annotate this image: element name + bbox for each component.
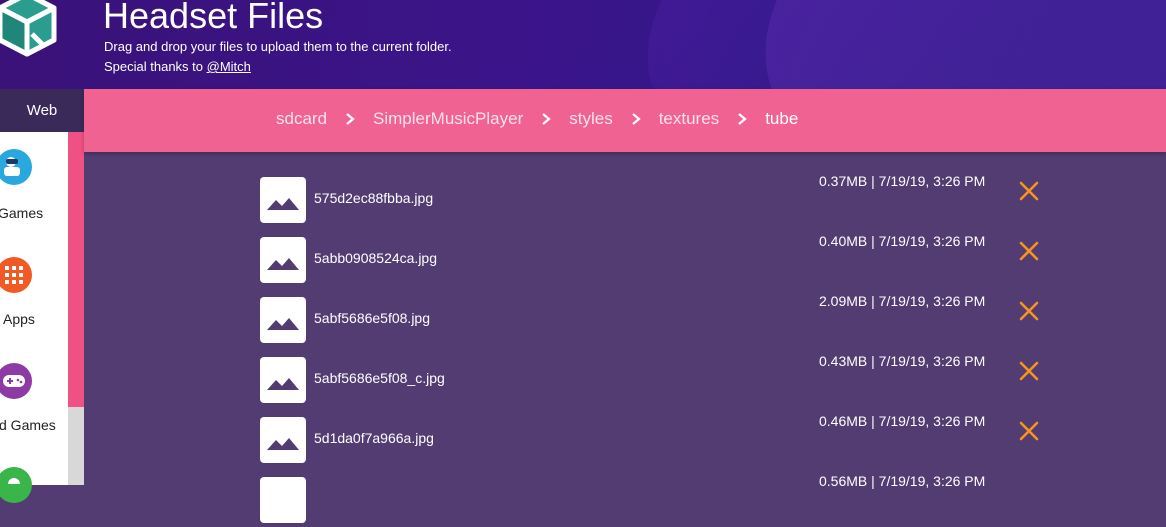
sidebar-item-label: Games — [0, 205, 44, 221]
file-name[interactable]: 5abb0908524ca.jpg — [314, 250, 437, 266]
file-name[interactable]: 5abf5686e5f08_c.jpg — [314, 370, 445, 386]
upload-hint: Drag and drop your files to upload them … — [104, 39, 452, 54]
file-meta: 0.37MB | 7/19/19, 3:26 PM — [819, 173, 986, 189]
file-row[interactable]: 5d1da0f7a966a.jpg 0.46MB | 7/19/19, 3:26… — [260, 413, 1040, 467]
delete-icon[interactable] — [1018, 360, 1040, 382]
delete-icon[interactable] — [1018, 300, 1040, 322]
delete-icon[interactable] — [1018, 240, 1040, 262]
chevron-right-icon — [631, 113, 641, 125]
image-file-icon — [260, 177, 306, 223]
chevron-right-icon — [738, 113, 747, 125]
delete-icon[interactable] — [1018, 420, 1040, 442]
file-meta: 0.46MB | 7/19/19, 3:26 PM — [819, 413, 986, 429]
apps-grid-icon — [0, 257, 32, 293]
gamepad-icon — [0, 363, 32, 399]
page-title: Headset Files — [103, 0, 324, 36]
cube-logo-icon — [0, 0, 57, 57]
sidebar-item-games[interactable]: Games — [0, 146, 68, 226]
breadcrumb-item-textures[interactable]: textures — [659, 109, 719, 129]
sidebar-tab-web[interactable]: Web — [0, 89, 84, 132]
breadcrumb-item-styles[interactable]: styles — [569, 109, 612, 129]
file-name[interactable]: 5abf5686e5f08.jpg — [314, 310, 430, 326]
delete-icon[interactable] — [1018, 180, 1040, 202]
breadcrumb-item-simplermusicplayer[interactable]: SimplerMusicPlayer — [373, 109, 523, 129]
image-file-icon — [260, 417, 306, 463]
file-meta: 2.09MB | 7/19/19, 3:26 PM — [819, 293, 986, 309]
credits-line: Special thanks to @Mitch — [104, 57, 452, 77]
sidebar-scrollbar-thumb[interactable] — [68, 132, 84, 407]
file-meta: 0.40MB | 7/19/19, 3:26 PM — [819, 233, 986, 249]
app-header: Headset Files Drag and drop your files t… — [0, 0, 1166, 89]
file-row[interactable]: 5abf5686e5f08_c.jpg 0.43MB | 7/19/19, 3:… — [260, 353, 1040, 407]
android-icon — [0, 467, 32, 503]
file-row[interactable]: 5abf5686e5f08.jpg 2.09MB | 7/19/19, 3:26… — [260, 293, 1040, 347]
file-meta: 0.43MB | 7/19/19, 3:26 PM — [819, 353, 986, 369]
file-name[interactable]: 575d2ec88fbba.jpg — [314, 190, 433, 206]
file-row[interactable]: 5abb0908524ca.jpg 0.40MB | 7/19/19, 3:26… — [260, 233, 1040, 287]
header-subtitle: Drag and drop your files to upload them … — [104, 37, 452, 77]
sidebar-item-label: Apps — [3, 311, 35, 327]
chevron-right-icon — [346, 113, 355, 125]
sidebar-item-label: d Games — [0, 417, 56, 433]
vr-headset-icon — [0, 149, 32, 185]
sidebar-item-android[interactable] — [0, 464, 68, 503]
breadcrumb-item-sdcard[interactable]: sdcard — [276, 109, 327, 129]
image-file-icon — [260, 357, 306, 403]
image-file-icon — [260, 237, 306, 283]
file-name[interactable]: 5d1da0f7a966a.jpg — [314, 430, 434, 446]
breadcrumb: sdcard SimplerMusicPlayer styles texture… — [276, 109, 798, 129]
breadcrumb-bar: sdcard SimplerMusicPlayer styles texture… — [84, 89, 1166, 152]
file-row[interactable]: 575d2ec88fbba.jpg 0.37MB | 7/19/19, 3:26… — [260, 173, 1040, 227]
credits-prefix: Special thanks to — [104, 59, 207, 74]
file-meta: 0.56MB | 7/19/19, 3:26 PM — [819, 473, 986, 489]
image-file-icon — [260, 297, 306, 343]
breadcrumb-item-tube[interactable]: tube — [765, 109, 798, 129]
chevron-right-icon — [542, 113, 551, 125]
sidebar-item-apps[interactable]: Apps — [0, 252, 68, 332]
image-file-icon — [260, 477, 306, 523]
sidebar: Web Games Apps d Games — [0, 89, 84, 503]
mitch-link[interactable]: @Mitch — [207, 59, 251, 74]
sidebar-item-games-2[interactable]: d Games — [0, 358, 68, 438]
